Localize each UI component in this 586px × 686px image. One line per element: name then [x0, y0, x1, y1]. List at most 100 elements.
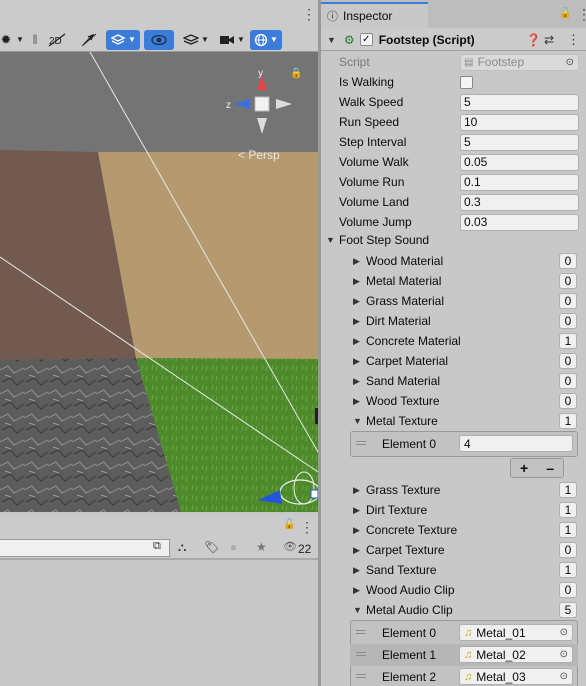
drag-handle-icon[interactable]: [356, 441, 366, 445]
array-size-input[interactable]: 5: [559, 602, 577, 618]
array-foldout-row[interactable]: ▶ Dirt Texture 1: [321, 500, 586, 520]
remove-element-button[interactable]: –: [546, 460, 554, 476]
bug-dropdown-icon[interactable]: ▼: [12, 30, 28, 50]
is-walking-checkbox[interactable]: [460, 75, 473, 89]
array-foldout-row[interactable]: ▶ Wood Material 0: [321, 251, 586, 271]
foldout-arrow-icon[interactable]: ▼: [353, 416, 362, 426]
foldout-arrow-icon[interactable]: ▶: [353, 336, 360, 347]
array-foldout-row[interactable]: ▼ Metal Audio Clip 5: [321, 600, 586, 620]
array-foldout-row[interactable]: ▶ Sand Material 0: [321, 371, 586, 391]
array-size-input[interactable]: 1: [559, 333, 577, 349]
foldout-arrow-icon[interactable]: ▶: [353, 545, 360, 556]
audio-clip-field[interactable]: ♫ Metal_02 ⊙: [459, 646, 573, 663]
scene-viewport[interactable]: y z 🔒 < Persp: [0, 52, 318, 512]
array-foldout-row[interactable]: ▶ Wood Audio Clip 0: [321, 580, 586, 600]
hierarchy-body[interactable]: [0, 559, 318, 686]
label-icon[interactable]: 🏷: [204, 540, 219, 554]
component-header[interactable]: ▼ ⚙ ✓ Footstep (Script) ❓ ⇄ ⋮: [321, 29, 586, 51]
foldout-arrow-icon[interactable]: ▶: [353, 356, 360, 367]
property-input[interactable]: 0.03: [460, 213, 579, 231]
property-input[interactable]: 0.3: [460, 193, 579, 211]
audio-clip-field[interactable]: ♫ Metal_01 ⊙: [459, 624, 573, 641]
object-picker-icon[interactable]: ⊙: [560, 649, 568, 660]
filter-scene-icon[interactable]: ⛬: [178, 540, 186, 555]
inspector-lock-icon[interactable]: 🔓: [559, 8, 571, 19]
gizmos-icon[interactable]: ▼: [250, 29, 282, 50]
favorite-star-icon[interactable]: ★: [256, 540, 267, 554]
component-menu-icon[interactable]: ⋮: [567, 32, 580, 48]
2d-toggle-icon[interactable]: 2D: [42, 30, 72, 50]
gizmo-lock-icon[interactable]: 🔒: [290, 68, 302, 79]
inspector-menu-icon[interactable]: ⋮: [577, 7, 586, 21]
array-foldout-row[interactable]: ▶ Carpet Texture 0: [321, 540, 586, 560]
camera-icon[interactable]: ▼: [214, 30, 250, 50]
list-item[interactable]: Element 2 ♫ Metal_03 ⊙: [350, 666, 578, 686]
array-size-input[interactable]: 1: [559, 482, 577, 498]
array-foldout-row[interactable]: ▶ Wood Texture 0: [321, 391, 586, 411]
object-picker-icon[interactable]: ⊙: [560, 627, 568, 638]
hierarchy-search-input[interactable]: [0, 539, 170, 557]
array-foldout-row[interactable]: ▶ Metal Material 0: [321, 271, 586, 291]
preset-icon[interactable]: ⇄: [544, 33, 554, 47]
array-foldout-row[interactable]: ▶ Dirt Material 0: [321, 311, 586, 331]
foldout-arrow-icon[interactable]: ▶: [353, 256, 360, 267]
array-size-input[interactable]: 0: [559, 393, 577, 409]
component-enabled-checkbox[interactable]: ✓: [359, 33, 373, 46]
array-size-input[interactable]: 0: [559, 313, 577, 329]
tab-inspector[interactable]: ⓘ Inspector: [321, 2, 428, 28]
element-value-input[interactable]: 4: [459, 435, 573, 452]
scene-menu-icon[interactable]: ⋮: [302, 7, 316, 21]
array-foldout-row[interactable]: ▶ Grass Texture 1: [321, 480, 586, 500]
search-filter-icon[interactable]: ⧉: [153, 540, 161, 553]
lock-icon[interactable]: 🔓: [283, 519, 295, 530]
foldout-arrow-icon[interactable]: ▶: [353, 316, 360, 327]
foldout-arrow-icon[interactable]: ▶: [353, 296, 360, 307]
foldout-arrow-icon[interactable]: ▶: [353, 525, 360, 536]
drag-handle-icon[interactable]: [356, 652, 366, 656]
array-foldout-row[interactable]: ▶ Carpet Material 0: [321, 351, 586, 371]
list-item[interactable]: Element 0 4: [350, 433, 578, 455]
add-element-button[interactable]: +: [520, 460, 528, 476]
list-item[interactable]: Element 0 ♫ Metal_01 ⊙: [350, 622, 578, 644]
array-foldout-row[interactable]: ▼ Metal Texture 1: [321, 411, 586, 431]
bug-icon[interactable]: ✹: [0, 30, 12, 50]
foldout-arrow-icon[interactable]: ▶: [353, 376, 360, 387]
foldout-arrow-icon[interactable]: ▶: [353, 485, 360, 496]
foldout-arrow-icon[interactable]: ▶: [353, 585, 360, 596]
foldout-foot-step-sound[interactable]: ▼ Foot Step Sound: [321, 230, 586, 250]
object-picker-icon[interactable]: ⊙: [560, 671, 568, 682]
property-input[interactable]: 0.1: [460, 173, 579, 191]
array-foldout-row[interactable]: ▶ Concrete Texture 1: [321, 520, 586, 540]
array-size-input[interactable]: 0: [559, 542, 577, 558]
lighting-toggle-icon[interactable]: [72, 30, 106, 50]
array-size-input[interactable]: 1: [559, 562, 577, 578]
property-input[interactable]: 10: [460, 113, 579, 131]
array-size-input[interactable]: 0: [559, 353, 577, 369]
foldout-arrow-icon[interactable]: ▼: [353, 605, 362, 615]
drag-handle-icon[interactable]: [356, 630, 366, 634]
array-size-input[interactable]: 0: [559, 273, 577, 289]
list-item[interactable]: Element 1 ♫ Metal_02 ⊙: [350, 644, 578, 666]
foldout-arrow-icon[interactable]: ▶: [353, 505, 360, 516]
array-size-input[interactable]: 0: [559, 293, 577, 309]
array-size-input[interactable]: 1: [559, 522, 577, 538]
array-foldout-row[interactable]: ▶ Grass Material 0: [321, 291, 586, 311]
foldout-arrow-icon[interactable]: ▶: [353, 565, 360, 576]
persp-label[interactable]: < Persp: [238, 148, 280, 162]
array-size-input[interactable]: 0: [559, 253, 577, 269]
array-size-input[interactable]: 0: [559, 582, 577, 598]
layers-icon[interactable]: ▼: [178, 30, 214, 50]
array-foldout-row[interactable]: ▶ Sand Texture 1: [321, 560, 586, 580]
effects-toggle-icon[interactable]: ▼: [106, 29, 140, 50]
audio-clip-field[interactable]: ♫ Metal_03 ⊙: [459, 668, 573, 685]
array-size-input[interactable]: 0: [559, 373, 577, 389]
hierarchy-menu-icon[interactable]: ⋮: [300, 520, 314, 534]
drag-handle-icon[interactable]: [356, 674, 366, 678]
property-input[interactable]: 5: [460, 93, 579, 111]
array-size-input[interactable]: 1: [559, 413, 577, 429]
array-size-input[interactable]: 1: [559, 502, 577, 518]
foldout-arrow-icon[interactable]: ▶: [353, 396, 360, 407]
visibility-toggle-icon[interactable]: [144, 29, 174, 50]
foldout-arrow-icon[interactable]: ▶: [353, 276, 360, 287]
property-input[interactable]: 0.05: [460, 153, 579, 171]
